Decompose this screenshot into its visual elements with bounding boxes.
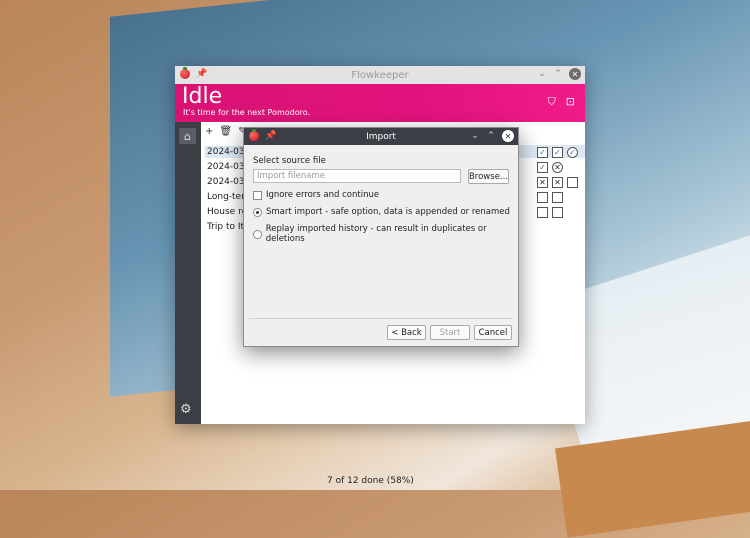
dialog-title: Import <box>366 131 396 142</box>
pomodoro-done-icon[interactable]: ✓ <box>552 147 563 158</box>
add-backlog-icon[interactable]: + <box>205 126 213 137</box>
replay-history-radio[interactable] <box>253 229 262 239</box>
pin-icon[interactable]: 📌 <box>265 131 276 141</box>
pomodoro-done-icon[interactable]: ✓ <box>537 162 548 173</box>
divider <box>249 318 512 319</box>
pin-icon[interactable]: 📌 <box>196 69 207 79</box>
dialog-titlebar[interactable]: 📌 Import ⌄ ⌃ ✕ <box>244 128 518 145</box>
pomodoro-done-icon[interactable]: ✓ <box>567 147 578 158</box>
pomodoro-done-icon[interactable]: ✓ <box>537 147 548 158</box>
pomodoro-voided-icon[interactable]: ✕ <box>552 177 563 188</box>
smart-import-option[interactable]: Smart import - safe option, data is appe… <box>253 207 510 217</box>
filter-icon[interactable]: ⛉ <box>548 95 556 109</box>
backlog-item[interactable]: 2024-03- <box>207 162 248 172</box>
window-title: Flowkeeper <box>351 69 409 81</box>
progress-text: 7 of 12 done (58%) <box>327 476 414 486</box>
pomodoro-voided-icon[interactable]: ✕ <box>537 177 548 188</box>
backlog-item[interactable]: House re <box>207 207 247 217</box>
status-subtitle: It's time for the next Pomodoro. <box>183 108 311 117</box>
source-file-label: Select source file <box>253 156 326 166</box>
pomodoro-empty-icon[interactable] <box>537 207 548 218</box>
layout-icon[interactable]: ⊡ <box>566 95 575 109</box>
status-header: Idle It's time for the next Pomodoro. ⛉ … <box>175 84 585 122</box>
browse-button[interactable]: Browse... <box>468 169 509 184</box>
ignore-errors-label: Ignore errors and continue <box>266 190 380 200</box>
back-button[interactable]: < Back <box>387 325 426 340</box>
app-tomato-icon <box>180 67 190 79</box>
start-button[interactable]: Start <box>430 325 470 340</box>
import-dialog: 📌 Import ⌄ ⌃ ✕ Select source file Browse… <box>243 127 519 347</box>
pomodoro-voided-icon[interactable]: ✕ <box>552 162 563 173</box>
sidebar: ⌂ ⚙ <box>175 122 201 424</box>
smart-import-radio[interactable] <box>253 207 262 217</box>
app-tomato-icon <box>249 129 259 141</box>
close-icon[interactable]: ✕ <box>569 68 581 80</box>
cancel-button[interactable]: Cancel <box>474 325 512 340</box>
maximize-icon[interactable]: ⌃ <box>553 69 563 79</box>
maximize-icon[interactable]: ⌃ <box>486 131 496 141</box>
home-icon[interactable]: ⌂ <box>179 128 196 144</box>
backlog-item[interactable]: 2024-03- <box>207 177 248 187</box>
pomodoro-empty-icon[interactable] <box>537 192 548 203</box>
window-titlebar[interactable]: 📌 Flowkeeper ⌄ ⌃ ✕ <box>175 66 585 84</box>
import-filename-input[interactable] <box>253 169 461 183</box>
close-icon[interactable]: ✕ <box>502 130 514 142</box>
status-title: Idle <box>182 84 223 109</box>
minimize-icon[interactable]: ⌄ <box>470 131 480 141</box>
ignore-errors-option[interactable]: Ignore errors and continue <box>253 190 379 200</box>
gear-icon[interactable]: ⚙ <box>180 402 192 417</box>
replay-history-option[interactable]: Replay imported history - can result in … <box>253 224 518 244</box>
smart-import-label: Smart import - safe option, data is appe… <box>266 207 510 217</box>
delete-backlog-icon[interactable]: 🗑 <box>219 126 232 137</box>
pomodoro-empty-icon[interactable] <box>567 177 578 188</box>
pomodoro-empty-icon[interactable] <box>552 192 563 203</box>
ignore-errors-checkbox[interactable] <box>253 190 262 200</box>
minimize-icon[interactable]: ⌄ <box>537 69 547 79</box>
replay-history-label: Replay imported history - can result in … <box>265 224 487 244</box>
pomodoro-empty-icon[interactable] <box>552 207 563 218</box>
